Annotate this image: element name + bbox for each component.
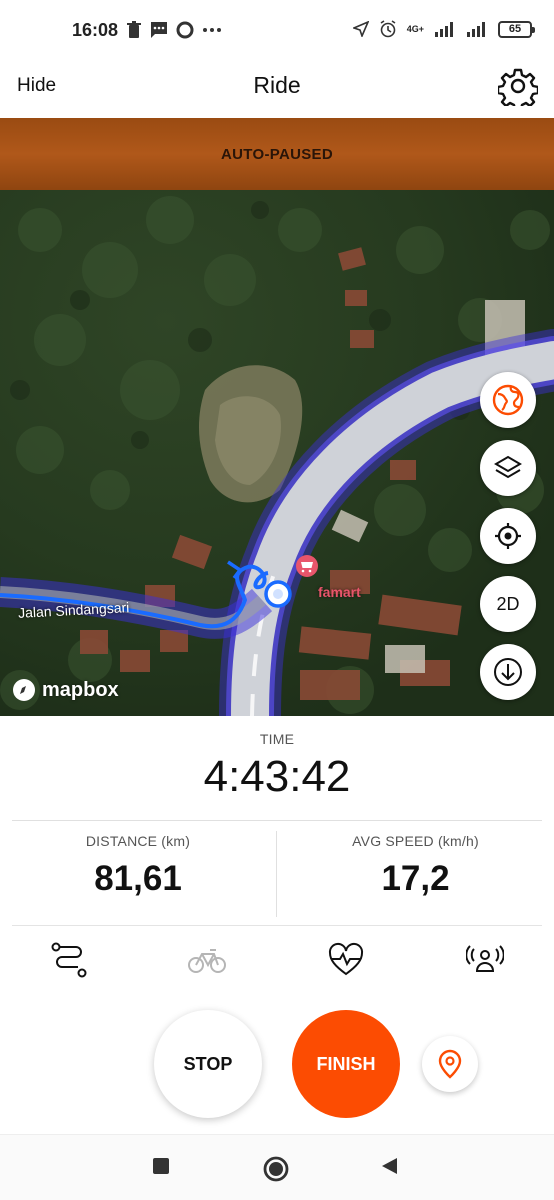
mapbox-logo-icon	[13, 679, 35, 701]
recents-button[interactable]	[150, 1155, 172, 1177]
trash-icon	[127, 21, 141, 38]
time-value: 4:43:42	[203, 752, 351, 801]
bike-icon	[188, 949, 226, 973]
gear-icon	[496, 68, 540, 112]
settings-button[interactable]	[496, 66, 540, 112]
mapbox-text: mapbox	[42, 678, 119, 701]
home-button[interactable]	[262, 1155, 290, 1183]
route-icon	[51, 942, 87, 978]
beacon-button[interactable]	[422, 1036, 478, 1092]
2d-toggle-button[interactable]: 2D	[480, 576, 536, 632]
heart-rate-icon	[328, 942, 364, 976]
status-notification-icons	[126, 21, 222, 39]
page-title: Ride	[253, 72, 301, 98]
auto-paused-text: AUTO-PAUSED	[221, 145, 333, 163]
globe-icon	[492, 384, 524, 416]
location-target-icon	[495, 523, 521, 549]
message-icon	[151, 22, 167, 38]
map-view[interactable]: Jalan Sindangsari famart 2D mapbox	[0, 190, 554, 716]
sensor-icon	[466, 945, 504, 972]
app-header: Hide Ride	[0, 62, 554, 118]
record-tabs	[0, 926, 554, 996]
stats-divider	[12, 820, 542, 821]
distance-value: 81,61	[94, 859, 182, 898]
tab-sensors[interactable]	[465, 940, 505, 980]
more-dots-icon	[203, 28, 221, 32]
mapbox-attribution[interactable]: mapbox	[12, 678, 119, 702]
distance-label: DISTANCE (km)	[85, 833, 191, 849]
download-icon	[494, 658, 522, 686]
record-circle-icon	[176, 21, 194, 39]
tab-heart-rate[interactable]	[326, 940, 366, 980]
tab-route[interactable]	[49, 940, 89, 980]
system-nav-bar	[0, 1134, 554, 1200]
recenter-button[interactable]	[480, 508, 536, 564]
back-button[interactable]	[378, 1155, 400, 1177]
avg-speed-label: AVG SPEED (km/h)	[352, 833, 479, 849]
status-time: 16:08	[72, 20, 119, 40]
alarm-icon	[380, 20, 396, 38]
tab-bike[interactable]	[187, 940, 227, 980]
stats-panel: TIME 4:43:42 DISTANCE (km) 81,61 AVG SPE…	[0, 716, 554, 926]
home-circle-icon	[263, 1156, 289, 1182]
satellite-map	[0, 190, 554, 716]
auto-paused-banner: AUTO-PAUSED	[0, 118, 554, 190]
signal-icon-2	[467, 22, 485, 37]
finish-button[interactable]: FINISH	[292, 1010, 400, 1118]
recents-square-icon	[153, 1158, 169, 1174]
location-arrow-icon	[352, 21, 369, 37]
poi-label: famart	[318, 584, 361, 600]
battery-indicator: 65	[498, 20, 535, 38]
time-label: TIME	[259, 731, 295, 747]
stop-button[interactable]: STOP	[154, 1010, 262, 1118]
network-type: 4G+	[406, 24, 424, 34]
signal-icon	[435, 22, 453, 37]
location-pin-icon	[438, 1049, 462, 1079]
back-triangle-icon	[382, 1158, 397, 1174]
globe-button[interactable]	[480, 372, 536, 428]
layers-icon	[494, 455, 522, 479]
status-system-icons: 4G+ 65	[352, 20, 535, 38]
status-bar: 16:08 4G+ 65	[0, 0, 554, 62]
download-map-button[interactable]	[480, 644, 536, 700]
avg-speed-value: 17,2	[381, 859, 450, 898]
layers-button[interactable]	[480, 440, 536, 496]
